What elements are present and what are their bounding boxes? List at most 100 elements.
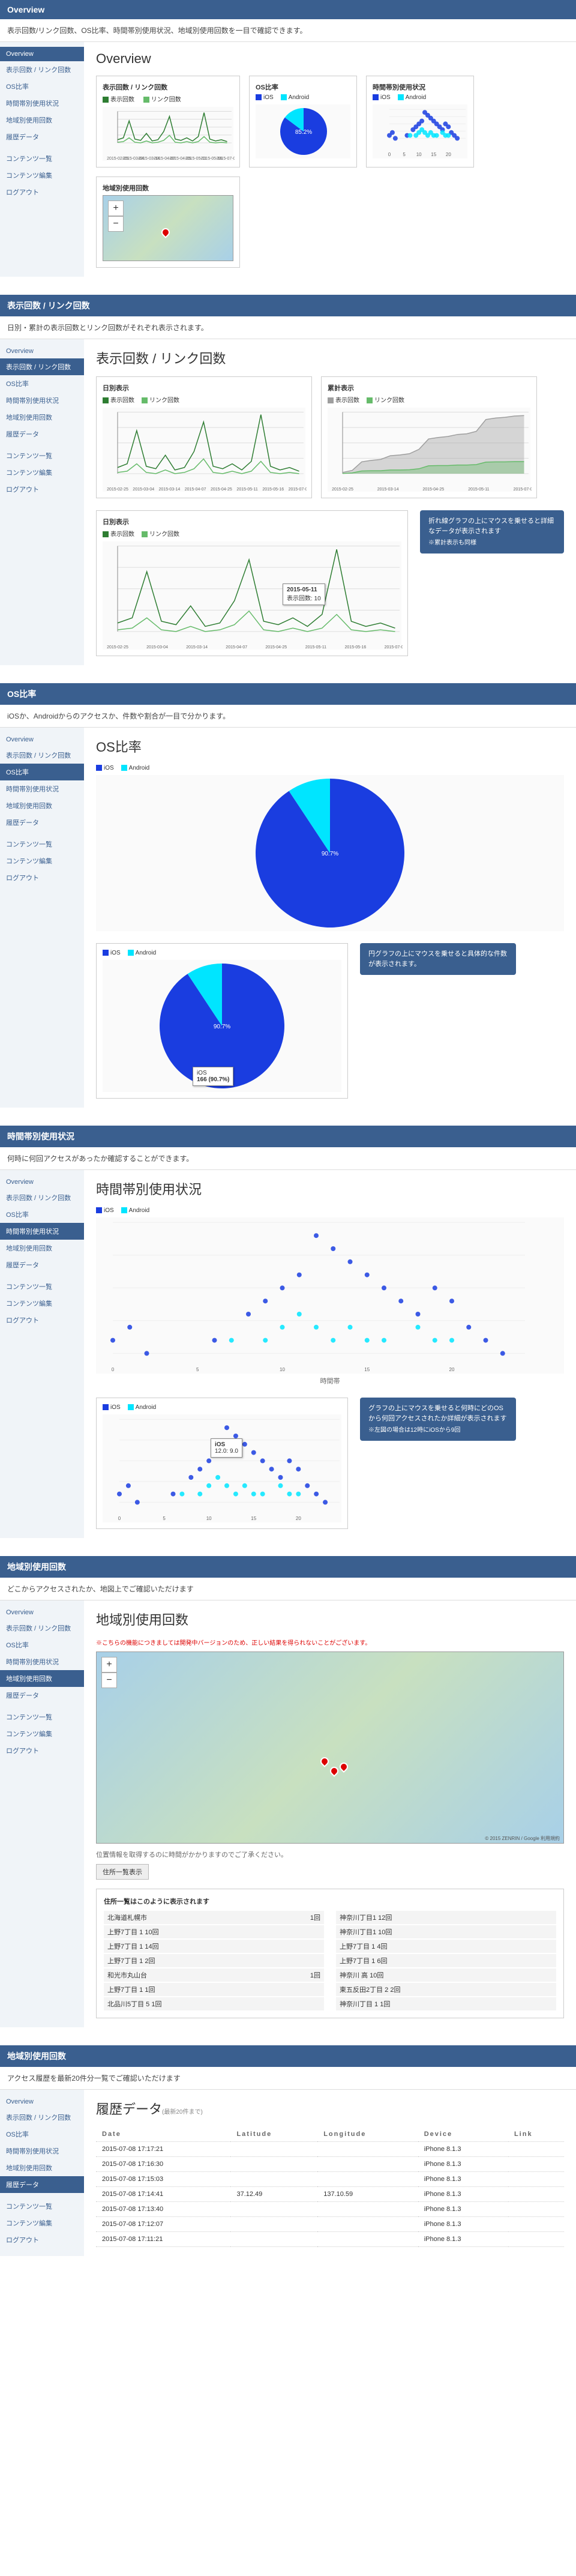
sidebar-item-history[interactable]: 履歴データ [0,128,84,145]
address-row: 北海道札幌市1回 [104,1911,324,1924]
sidebar-item-contentedit[interactable]: コンテンツ編集 [0,167,84,184]
address-row: 和光市丸山台1回 [104,1968,324,1982]
sidebar-item-contentlist[interactable]: コンテンツ一覧 [0,2198,84,2215]
sidebar-item-history[interactable]: 履歴データ [0,426,84,442]
sidebar-item-impressions[interactable]: 表示回数 / リンク回数 [0,2109,84,2126]
svg-text:2015-04-07: 2015-04-07 [226,645,247,650]
tile-region[interactable]: 地域別使用回数 +− [96,176,240,268]
sidebar-item-overview[interactable]: Overview [0,732,84,747]
sidebar-item-impressions[interactable]: 表示回数 / リンク回数 [0,1620,84,1636]
mini-pie: 85.2% [256,104,350,158]
sidebar-item-contentedit[interactable]: コンテンツ編集 [0,1295,84,1312]
sidebar-item-history[interactable]: 履歴データ [0,814,84,831]
address-row: 北品川5丁目 5 1回 [104,1997,324,2010]
sidebar-item-logout[interactable]: ログアウト [0,184,84,201]
svg-text:2015-02-25: 2015-02-25 [107,487,128,492]
sidebar-item-impressions[interactable]: 表示回数 / リンク回数 [0,1189,84,1206]
sidebar-item-impressions[interactable]: 表示回数 / リンク回数 [0,747,84,764]
sidebar-item-contentedit[interactable]: コンテンツ編集 [0,2215,84,2231]
svg-text:2015-05-11: 2015-05-11 [305,645,326,650]
sidebar-item-os[interactable]: OS比率 [0,1206,84,1223]
tile-impressions[interactable]: 表示回数 / リンク回数 表示回数 リンク回数 2015-02-252015-0… [96,76,240,167]
sidebar-item-overview[interactable]: Overview [0,344,84,358]
sidebar-item-os[interactable]: OS比率 [0,1636,84,1653]
sidebar-item-impressions[interactable]: 表示回数 / リンク回数 [0,61,84,78]
chart-tooltip: 2015-05-11表示回数: 10 [283,584,325,605]
svg-text:0: 0 [388,152,391,157]
sidebar-item-contentlist[interactable]: コンテンツ一覧 [0,1278,84,1295]
sidebar-item-os[interactable]: OS比率 [0,764,84,780]
sidebar-item-contentedit[interactable]: コンテンツ編集 [0,464,84,481]
address-row: 神奈川 高 10回 [336,1968,556,1982]
zoom-out-icon[interactable]: − [101,1673,117,1688]
sidebar-item-timeband[interactable]: 時間帯別使用状況 [0,1653,84,1670]
table-row: 2015-07-08 17:11:21iPhone 8.1.3 [96,2232,564,2247]
sidebar-item-logout[interactable]: ログアウト [0,869,84,886]
sidebar-item-contentlist[interactable]: コンテンツ一覧 [0,1709,84,1725]
svg-text:2015-05-16: 2015-05-16 [262,487,284,492]
zoom-in-icon[interactable]: + [101,1657,117,1673]
address-row: 神奈川丁目1 12回 [336,1911,556,1924]
section-desc: iOSか、Androidからのアクセスか、件数や割合が一目で分かります。 [0,705,576,728]
sidebar-item-contentedit[interactable]: コンテンツ編集 [0,852,84,869]
sidebar-item-timeband[interactable]: 時間帯別使用状況 [0,392,84,409]
sidebar-item-os[interactable]: OS比率 [0,78,84,95]
pie-detail: iOSAndroid 90.7% iOS166 (90.7%) [96,943,348,1099]
sidebar-item-overview[interactable]: Overview [0,1175,84,1189]
sidebar-item-region[interactable]: 地域別使用回数 [0,409,84,426]
sidebar-item-contentlist[interactable]: コンテンツ一覧 [0,150,84,167]
sidebar-item-timeband[interactable]: 時間帯別使用状況 [0,1223,84,1240]
sidebar-item-region[interactable]: 地域別使用回数 [0,1240,84,1256]
zoom-out-icon[interactable]: − [108,216,124,232]
sidebar-item-os[interactable]: OS比率 [0,375,84,392]
table-row: 2015-07-08 17:16:30iPhone 8.1.3 [96,2157,564,2172]
sidebar-item-os[interactable]: OS比率 [0,2126,84,2143]
svg-text:10: 10 [206,1516,212,1521]
tile-timeband[interactable]: 時間帯別使用状況 iOSAndroid 05101520 [366,76,474,167]
svg-text:2015-04-25: 2015-04-25 [422,487,444,492]
sidebar-item-region[interactable]: 地域別使用回数 [0,1670,84,1687]
tile-os[interactable]: OS比率 iOSAndroid 85.2% [249,76,357,167]
sidebar-item-overview[interactable]: Overview [0,1605,84,1620]
map-marker-icon[interactable] [319,1755,331,1767]
svg-text:10: 10 [416,152,422,157]
tile-title: 地域別使用回数 [103,183,233,193]
show-address-button[interactable]: 住所一覧表示 [96,1864,149,1880]
sidebar-item-history[interactable]: 履歴データ [0,1256,84,1273]
sidebar-item-timeband[interactable]: 時間帯別使用状況 [0,2143,84,2159]
sidebar-item-logout[interactable]: ログアウト [0,2231,84,2248]
svg-text:2015-04-25: 2015-04-25 [265,645,287,650]
sidebar-item-contentlist[interactable]: コンテンツ一覧 [0,836,84,852]
sidebar-item-region[interactable]: 地域別使用回数 [0,112,84,128]
section-header-os: OS比率 [0,683,576,705]
sidebar-item-logout[interactable]: ログアウト [0,1312,84,1329]
sidebar-item-overview[interactable]: Overview [0,47,84,61]
svg-text:0: 0 [112,1367,115,1372]
sidebar-item-history[interactable]: 履歴データ [0,1687,84,1704]
sidebar-item-contentlist[interactable]: コンテンツ一覧 [0,447,84,464]
svg-text:5: 5 [196,1367,199,1372]
sidebar-item-overview[interactable]: Overview [0,2095,84,2109]
map-marker-icon[interactable] [328,1765,340,1777]
sidebar-overview: Overview表示回数 / リンク回数OS比率時間帯別使用状況地域別使用回数履… [0,42,84,277]
sidebar-item-timeband[interactable]: 時間帯別使用状況 [0,780,84,797]
svg-text:5: 5 [403,152,406,157]
sidebar-item-logout[interactable]: ログアウト [0,481,84,498]
pie-large: 90.7% [96,775,564,931]
sidebar-item-timeband[interactable]: 時間帯別使用状況 [0,95,84,112]
mini-map: +− [103,195,233,261]
sidebar-item-contentedit[interactable]: コンテンツ編集 [0,1725,84,1742]
svg-text:15: 15 [431,152,436,157]
map-marker-icon[interactable] [338,1761,350,1773]
sidebar-item-region[interactable]: 地域別使用回数 [0,797,84,814]
address-panel-title: 住所一覧はこのように表示されます [104,1896,556,1906]
legend: 表示回数 リンク回数 [103,94,233,103]
svg-text:2015-03-14: 2015-03-14 [377,487,399,492]
map[interactable]: + − © 2015 ZENRIN / Google 利用規約 [96,1651,564,1844]
sidebar-item-logout[interactable]: ログアウト [0,1742,84,1759]
sidebar-item-impressions[interactable]: 表示回数 / リンク回数 [0,358,84,375]
sidebar-item-history[interactable]: 履歴データ [0,2176,84,2193]
zoom-in-icon[interactable]: + [108,201,124,216]
svg-text:90.7%: 90.7% [322,851,338,857]
sidebar-item-region[interactable]: 地域別使用回数 [0,2159,84,2176]
